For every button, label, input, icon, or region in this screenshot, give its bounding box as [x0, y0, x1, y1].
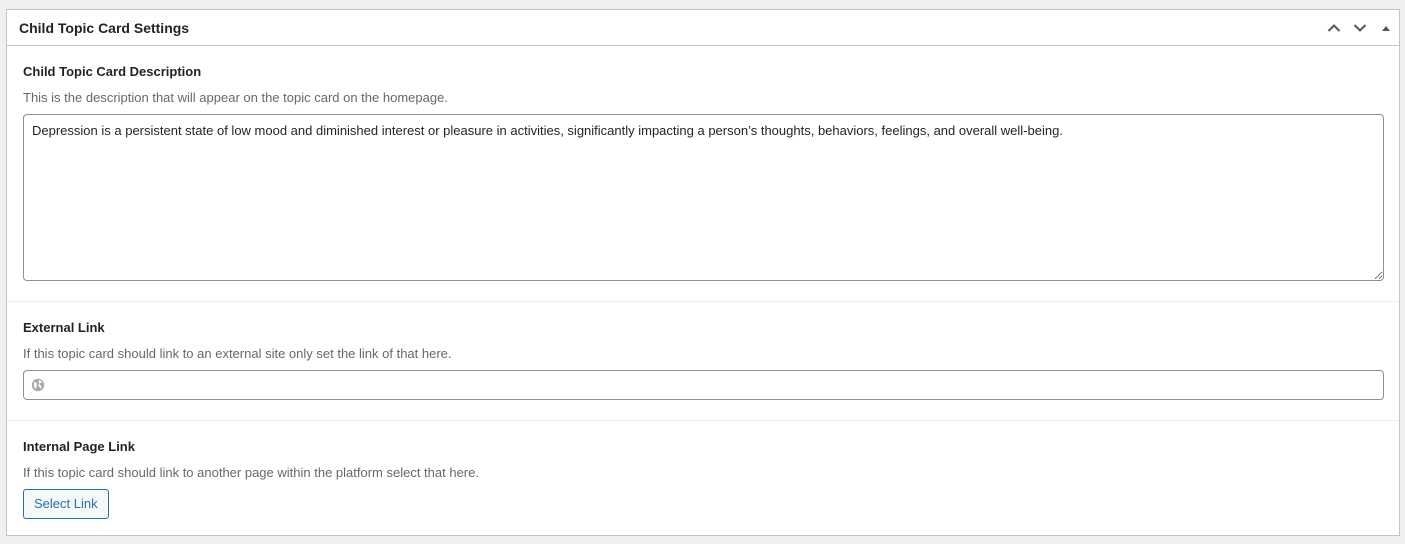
- triangle-up-icon: [1381, 24, 1391, 32]
- globe-icon: [31, 378, 45, 392]
- external-link-field: External Link If this topic card should …: [7, 302, 1399, 421]
- internal-link-help-text: If this topic card should link to anothe…: [23, 465, 479, 480]
- external-link-label: External Link: [23, 320, 105, 335]
- description-label: Child Topic Card Description: [23, 64, 202, 79]
- chevron-down-icon: [1353, 23, 1367, 33]
- external-link-help-text: If this topic card should link to an ext…: [23, 346, 452, 361]
- child-topic-card-settings-panel: Child Topic Card Settings Child Topic Ca…: [6, 9, 1400, 536]
- panel-header: Child Topic Card Settings: [7, 10, 1399, 46]
- internal-link-label: Internal Page Link: [23, 439, 135, 454]
- select-link-button[interactable]: Select Link: [23, 489, 109, 519]
- external-link-input-wrap: [23, 370, 1384, 400]
- toggle-panel-button[interactable]: [1373, 10, 1399, 46]
- internal-link-field: Internal Page Link If this topic card sh…: [7, 421, 1399, 539]
- panel-title: Child Topic Card Settings: [19, 19, 190, 36]
- move-down-button[interactable]: [1347, 10, 1373, 46]
- panel-handle-actions: [1321, 10, 1399, 45]
- external-link-input[interactable]: [23, 370, 1384, 400]
- description-help-text: This is the description that will appear…: [23, 90, 448, 105]
- description-textarea[interactable]: Depression is a persistent state of low …: [23, 114, 1384, 281]
- chevron-up-icon: [1327, 23, 1341, 33]
- description-field: Child Topic Card Description This is the…: [7, 46, 1399, 302]
- move-up-button[interactable]: [1321, 10, 1347, 46]
